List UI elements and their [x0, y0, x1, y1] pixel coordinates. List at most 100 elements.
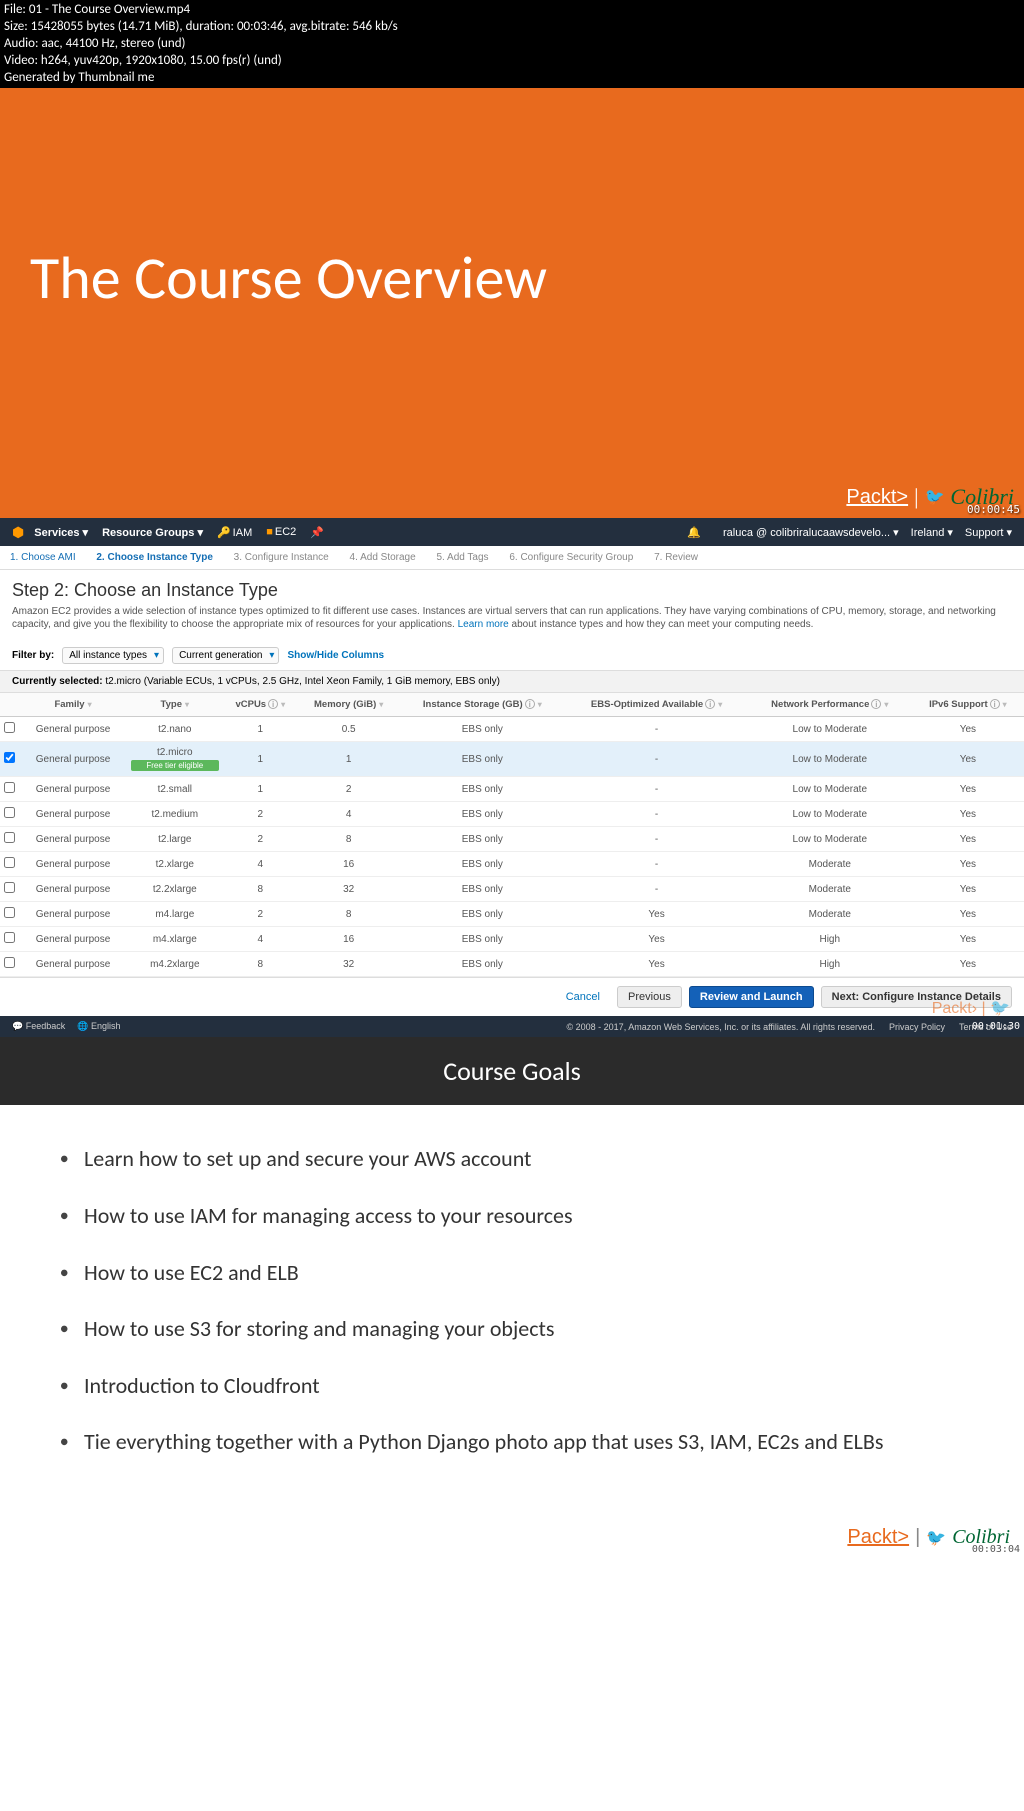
cell-network: Moderate	[748, 902, 912, 927]
selected-label: Currently selected:	[12, 676, 103, 687]
cell-memory: 2	[298, 777, 399, 802]
learn-more-link[interactable]: Learn more	[458, 619, 509, 630]
goal-item: Tie everything together with a Python Dj…	[60, 1428, 964, 1457]
nav-iam[interactable]: 🔑IAM	[217, 526, 252, 539]
brand-divider: |	[914, 484, 918, 510]
language-link[interactable]: 🌐 English	[77, 1021, 120, 1032]
step-add-storage[interactable]: 4. Add Storage	[350, 552, 416, 563]
cell-ipv6: Yes	[912, 927, 1024, 952]
ec2-icon: ■	[266, 526, 273, 538]
col-vcpus[interactable]: vCPUsi▾	[223, 693, 298, 717]
step-security-group[interactable]: 6. Configure Security Group	[509, 552, 633, 563]
packt-logo: Packt>	[846, 486, 908, 509]
show-hide-columns[interactable]: Show/Hide Columns	[287, 650, 384, 661]
cell-network: Low to Moderate	[748, 802, 912, 827]
aws-logo-icon[interactable]: ⬢	[12, 524, 24, 541]
nav-resource-groups[interactable]: Resource Groups ▾	[102, 526, 203, 539]
instance-table: Family▾ Type▾ vCPUsi▾ Memory (GiB)▾ Inst…	[0, 693, 1024, 977]
row-checkbox[interactable]	[4, 832, 15, 843]
table-row[interactable]: General purpose t2.xlarge 4 16 EBS only …	[0, 852, 1024, 877]
cell-storage: EBS only	[399, 952, 565, 977]
col-ebs[interactable]: EBS-Optimized Availablei▾	[565, 693, 747, 717]
nav-user[interactable]: raluca @ colibriralucaawsdevelo... ▾	[723, 526, 899, 539]
filter-instance-types[interactable]: All instance types	[62, 647, 164, 664]
cell-ebs: -	[565, 852, 747, 877]
table-row[interactable]: General purpose t2.small 1 2 EBS only - …	[0, 777, 1024, 802]
cell-family: General purpose	[19, 852, 127, 877]
privacy-link[interactable]: Privacy Policy	[889, 1022, 945, 1032]
feedback-link[interactable]: 💬 Feedback	[12, 1021, 65, 1032]
cancel-button[interactable]: Cancel	[556, 987, 610, 1007]
cell-vcpus: 8	[223, 952, 298, 977]
nav-ec2[interactable]: ■EC2	[266, 526, 296, 538]
row-checkbox[interactable]	[4, 857, 15, 868]
cell-storage: EBS only	[399, 717, 565, 742]
col-type[interactable]: Type▾	[127, 693, 223, 717]
table-row[interactable]: General purpose m4.2xlarge 8 32 EBS only…	[0, 952, 1024, 977]
nav-region[interactable]: Ireland ▾	[911, 526, 953, 539]
meta-video: Video: h264, yuv420p, 1920x1080, 15.00 f…	[4, 53, 1020, 70]
info-icon[interactable]: i	[705, 699, 715, 709]
cell-vcpus: 1	[223, 717, 298, 742]
title-slide: The Course Overview Packt> | 🐦 Colibri 0…	[0, 88, 1024, 518]
previous-button[interactable]: Previous	[617, 986, 682, 1008]
cell-ebs: Yes	[565, 952, 747, 977]
colibri-icon: 🐦	[926, 1528, 946, 1548]
step-configure-instance[interactable]: 3. Configure Instance	[234, 552, 329, 563]
goal-item: How to use IAM for managing access to yo…	[60, 1202, 964, 1231]
row-checkbox[interactable]	[4, 932, 15, 943]
cell-type: t2.large	[127, 827, 223, 852]
row-checkbox[interactable]	[4, 722, 15, 733]
review-launch-button[interactable]: Review and Launch	[689, 986, 814, 1008]
nav-support[interactable]: Support ▾	[965, 526, 1012, 539]
cell-storage: EBS only	[399, 877, 565, 902]
info-icon[interactable]: i	[268, 699, 278, 709]
col-memory[interactable]: Memory (GiB)▾	[298, 693, 399, 717]
info-icon[interactable]: i	[525, 699, 535, 709]
cell-vcpus: 1	[223, 777, 298, 802]
goal-item: How to use EC2 and ELB	[60, 1259, 964, 1288]
table-row[interactable]: General purpose m4.large 2 8 EBS only Ye…	[0, 902, 1024, 927]
row-checkbox[interactable]	[4, 752, 15, 763]
nav-pin-icon[interactable]: 📌	[310, 526, 324, 539]
filter-bar: Filter by: All instance types Current ge…	[0, 641, 1024, 670]
cell-type: t2.microFree tier eligible	[127, 742, 223, 777]
cell-ebs: -	[565, 717, 747, 742]
col-family[interactable]: Family▾	[19, 693, 127, 717]
table-row[interactable]: General purpose t2.large 2 8 EBS only - …	[0, 827, 1024, 852]
col-storage[interactable]: Instance Storage (GB)i▾	[399, 693, 565, 717]
meta-audio: Audio: aac, 44100 Hz, stereo (und)	[4, 36, 1020, 53]
step-choose-ami[interactable]: 1. Choose AMI	[10, 552, 76, 563]
step-choose-instance-type[interactable]: 2. Choose Instance Type	[96, 552, 213, 563]
col-ipv6[interactable]: IPv6 Supporti▾	[912, 693, 1024, 717]
row-checkbox[interactable]	[4, 807, 15, 818]
cell-ipv6: Yes	[912, 777, 1024, 802]
bottom-brand: Packt> | 🐦 Colibri 00:03:04	[0, 1515, 1024, 1555]
cell-storage: EBS only	[399, 927, 565, 952]
row-checkbox[interactable]	[4, 882, 15, 893]
slide-title: The Course Overview	[30, 242, 547, 315]
info-icon[interactable]: i	[871, 699, 881, 709]
step-add-tags[interactable]: 5. Add Tags	[436, 552, 488, 563]
row-checkbox[interactable]	[4, 907, 15, 918]
info-icon[interactable]: i	[990, 699, 1000, 709]
filter-generation[interactable]: Current generation	[172, 647, 279, 664]
cell-type: t2.xlarge	[127, 852, 223, 877]
cell-type: t2.small	[127, 777, 223, 802]
row-checkbox[interactable]	[4, 957, 15, 968]
step-review[interactable]: 7. Review	[654, 552, 698, 563]
goal-item: Learn how to set up and secure your AWS …	[60, 1145, 964, 1174]
cell-family: General purpose	[19, 902, 127, 927]
table-row[interactable]: General purpose m4.xlarge 4 16 EBS only …	[0, 927, 1024, 952]
bell-icon[interactable]: 🔔	[687, 526, 701, 539]
table-row[interactable]: General purpose t2.microFree tier eligib…	[0, 742, 1024, 777]
cell-memory: 32	[298, 877, 399, 902]
table-row[interactable]: General purpose t2.nano 1 0.5 EBS only -…	[0, 717, 1024, 742]
cell-storage: EBS only	[399, 802, 565, 827]
col-network[interactable]: Network Performancei▾	[748, 693, 912, 717]
table-row[interactable]: General purpose t2.2xlarge 8 32 EBS only…	[0, 877, 1024, 902]
brand-divider: |	[915, 1526, 920, 1549]
table-row[interactable]: General purpose t2.medium 2 4 EBS only -…	[0, 802, 1024, 827]
nav-services[interactable]: Services ▾	[34, 526, 88, 539]
row-checkbox[interactable]	[4, 782, 15, 793]
